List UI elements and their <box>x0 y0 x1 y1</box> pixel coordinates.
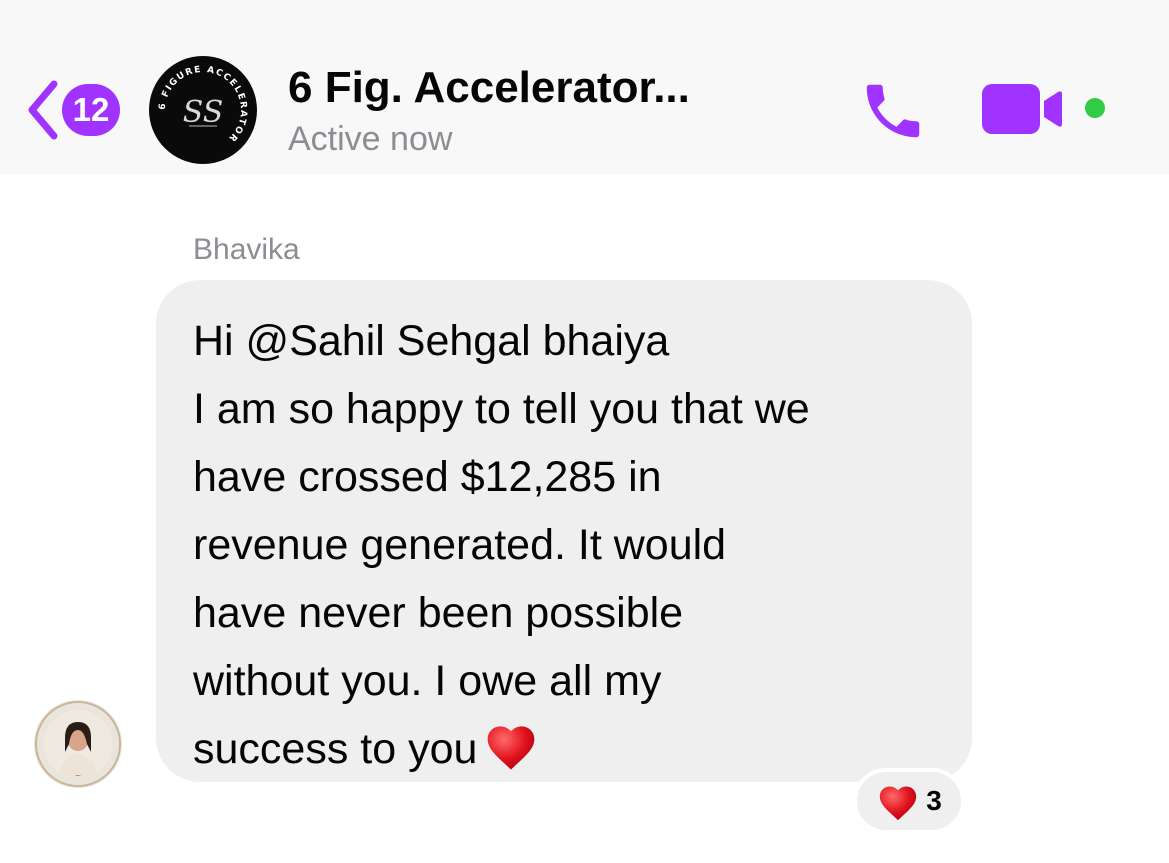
svg-text:~: ~ <box>75 771 82 780</box>
message-line: have never been possible <box>193 589 684 637</box>
phone-icon[interactable] <box>858 76 928 146</box>
group-avatar[interactable]: 6 FIGURE ACCELERATOR SS <box>149 56 257 164</box>
message-line: have crossed $12,285 in <box>193 453 662 501</box>
message-line: without you. I owe all my <box>193 657 662 705</box>
chevron-left-icon <box>28 80 58 140</box>
avatar-monogram: SS <box>183 95 224 130</box>
message-last-line: success to you <box>193 715 948 783</box>
message-bubble[interactable]: Hi @Sahil Sehgal bhaiya I am so happy to… <box>156 280 972 782</box>
sender-avatar[interactable]: ~ <box>34 700 122 788</box>
message-line: revenue generated. It would <box>193 521 727 569</box>
chat-screen: 12 6 FIGURE ACCELERATOR SS 6 Fig. Accele… <box>0 0 1169 863</box>
message-text: Hi @Sahil Sehgal bhaiya I am so happy to… <box>193 307 948 783</box>
chat-header: 12 6 FIGURE ACCELERATOR SS 6 Fig. Accele… <box>0 0 1169 174</box>
back-button[interactable]: 12 <box>24 78 120 142</box>
online-status-dot <box>1085 98 1105 118</box>
chat-title: 6 Fig. Accelerator... <box>288 63 690 112</box>
sender-name: Bhavika <box>193 233 300 266</box>
chat-status: Active now <box>288 120 453 158</box>
red-heart-icon <box>880 786 917 821</box>
video-camera-icon[interactable] <box>982 84 1074 134</box>
unread-count-badge: 12 <box>62 84 120 136</box>
message-line: success to you <box>193 725 478 773</box>
message-line: Hi @Sahil Sehgal bhaiya <box>193 317 670 365</box>
reaction-pill[interactable]: 3 <box>853 768 965 834</box>
chat-title-block[interactable]: 6 Fig. Accelerator... Active now <box>288 62 690 160</box>
message-line: I am so happy to tell you that we <box>193 385 810 433</box>
red-heart-icon <box>488 726 535 770</box>
reaction-count: 3 <box>926 785 942 816</box>
